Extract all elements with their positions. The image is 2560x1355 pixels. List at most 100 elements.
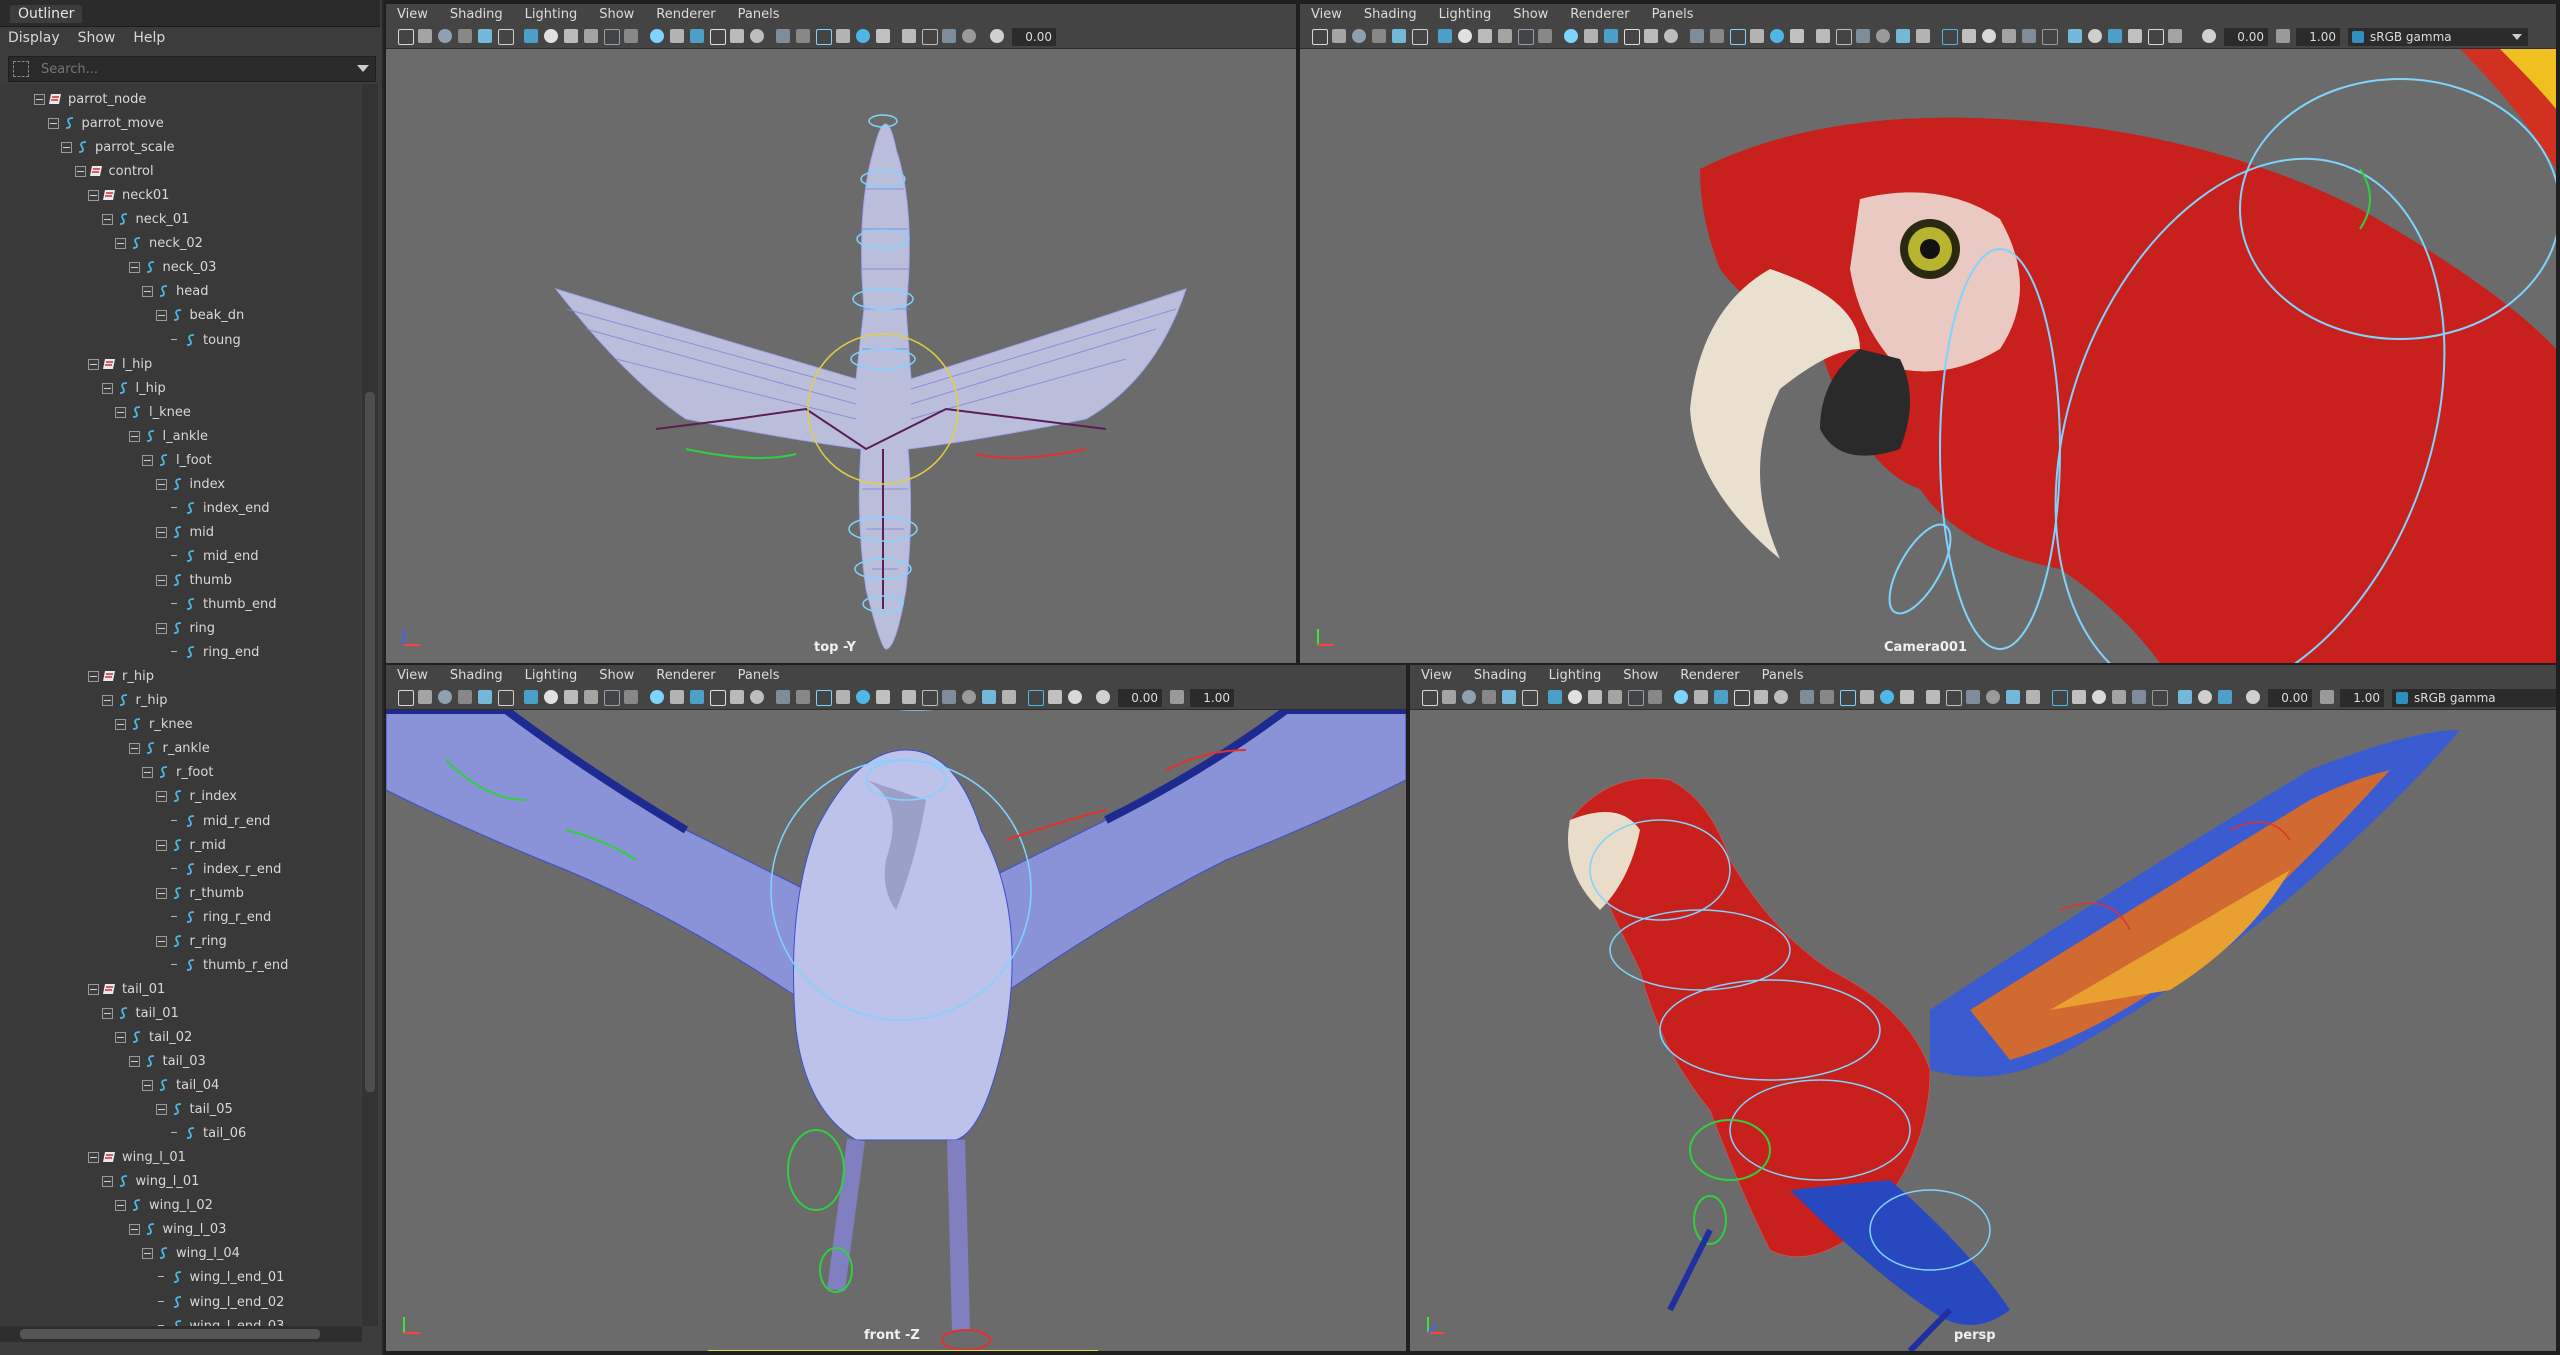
viewport-tool-icon[interactable] — [478, 690, 492, 704]
color-management-icon[interactable] — [2396, 692, 2408, 704]
viewport-tool-icon[interactable] — [776, 29, 790, 43]
menu-shading[interactable]: Shading — [1463, 665, 1538, 687]
viewport-tool-icon[interactable] — [650, 690, 664, 704]
outliner-item[interactable]: l_knee — [0, 401, 360, 425]
collapse-toggle-icon[interactable] — [101, 382, 113, 394]
viewport-tool-icon[interactable] — [544, 690, 558, 704]
collapse-toggle-icon[interactable] — [155, 526, 167, 538]
viewport-tool-icon[interactable] — [1790, 29, 1804, 43]
gamma-icon[interactable] — [2320, 690, 2334, 704]
viewport-tool-icon[interactable] — [498, 690, 514, 706]
menu-show[interactable]: Show — [70, 26, 126, 52]
outliner-item[interactable]: wing_l_end_01 — [0, 1266, 360, 1290]
viewport-tool-icon[interactable] — [604, 690, 620, 706]
viewport-tool-icon[interactable] — [1750, 29, 1764, 43]
viewport-tool-icon[interactable] — [1860, 690, 1874, 704]
outliner-item[interactable]: beak_dn — [0, 304, 360, 328]
viewport-tool-icon[interactable] — [1926, 690, 1940, 704]
collapse-toggle-icon[interactable] — [128, 262, 140, 274]
exposure-field[interactable]: 0.00 — [2224, 28, 2268, 46]
collapse-toggle-icon[interactable] — [115, 1031, 126, 1043]
outliner-item[interactable]: l_foot — [0, 449, 360, 473]
menu-show[interactable]: Show — [588, 665, 645, 687]
viewport-tool-icon[interactable] — [1770, 29, 1784, 43]
viewport-tool-icon[interactable] — [1608, 690, 1622, 704]
viewport-tool-icon[interactable] — [730, 690, 744, 704]
collapse-toggle-icon[interactable] — [115, 1200, 126, 1212]
exposure-icon[interactable] — [990, 29, 1004, 43]
viewport-tool-icon[interactable] — [776, 690, 790, 704]
viewport-tool-icon[interactable] — [1312, 29, 1328, 45]
outliner-item[interactable]: toung — [0, 329, 360, 353]
outliner-item[interactable]: control — [0, 160, 360, 184]
viewport-tool-icon[interactable] — [604, 29, 620, 45]
viewport-tool-icon[interactable] — [2198, 690, 2212, 704]
viewport-tool-icon[interactable] — [2088, 29, 2102, 43]
viewport-tool-icon[interactable] — [1916, 29, 1930, 43]
exposure-field[interactable]: 0.00 — [1012, 28, 1056, 46]
outliner-item[interactable]: ring — [0, 617, 360, 641]
menu-show[interactable]: Show — [1612, 665, 1669, 687]
outliner-item[interactable]: index_r_end — [0, 858, 360, 882]
viewport-tool-icon[interactable] — [564, 690, 578, 704]
viewport-front[interactable]: View Shading Lighting Show Renderer Panels 0.… — [386, 665, 1406, 1351]
outliner-item[interactable]: r_index — [0, 785, 360, 809]
menu-renderer[interactable]: Renderer — [645, 665, 726, 687]
search-dropdown-icon[interactable] — [357, 65, 369, 72]
collapse-toggle-icon[interactable] — [115, 719, 126, 731]
scrollbar-thumb[interactable] — [20, 1329, 320, 1339]
outliner-tree[interactable]: parrot_node parrot_move parrot_scale contro… — [0, 84, 360, 1326]
viewport-tool-icon[interactable] — [816, 690, 832, 706]
collapse-toggle-icon[interactable] — [155, 310, 167, 322]
outliner-item[interactable]: ring_r_end — [0, 906, 360, 930]
menu-renderer[interactable]: Renderer — [1559, 4, 1640, 26]
viewport-tool-icon[interactable] — [1372, 29, 1386, 43]
viewport-tool-icon[interactable] — [498, 29, 514, 45]
viewport-tool-icon[interactable] — [1422, 690, 1438, 706]
viewport-tool-icon[interactable] — [2092, 690, 2106, 704]
viewport-tool-icon[interactable] — [1730, 29, 1746, 45]
viewport-tool-icon[interactable] — [1588, 690, 1602, 704]
collapse-toggle-icon[interactable] — [101, 1007, 113, 1019]
viewport-tool-icon[interactable] — [1966, 690, 1980, 704]
viewport-camera001[interactable]: View Shading Lighting Show Renderer Panels 0.… — [1300, 4, 2556, 663]
viewport-tool-icon[interactable] — [1880, 690, 1894, 704]
outliner-item[interactable]: tail_04 — [0, 1074, 360, 1098]
menu-lighting[interactable]: Lighting — [514, 665, 589, 687]
viewport-tool-icon[interactable] — [1942, 29, 1958, 45]
viewport-tool-icon[interactable] — [564, 29, 578, 43]
collapse-toggle-icon[interactable] — [155, 839, 167, 851]
viewport-tool-icon[interactable] — [1518, 29, 1534, 45]
outliner-item[interactable]: mid — [0, 521, 360, 545]
menu-renderer[interactable]: Renderer — [645, 4, 726, 26]
outliner-item[interactable]: r_ring — [0, 930, 360, 954]
collapse-toggle-icon[interactable] — [88, 671, 99, 683]
outliner-item[interactable]: tail_05 — [0, 1098, 360, 1122]
viewport-tool-icon[interactable] — [1710, 29, 1724, 43]
outliner-item[interactable]: tail_01 — [0, 978, 360, 1002]
viewport-tool-icon[interactable] — [2042, 29, 2058, 45]
viewport-tool-icon[interactable] — [2128, 29, 2142, 43]
collapse-toggle-icon[interactable] — [155, 1104, 167, 1116]
viewport-tool-icon[interactable] — [730, 29, 744, 43]
outliner-item[interactable]: tail_02 — [0, 1026, 360, 1050]
outliner-item[interactable]: r_mid — [0, 834, 360, 858]
collapse-toggle-icon[interactable] — [155, 623, 167, 635]
viewport-tool-icon[interactable] — [876, 690, 890, 704]
viewport-tool-icon[interactable] — [1538, 29, 1552, 43]
outliner-item[interactable]: thumb_r_end — [0, 954, 360, 978]
viewport-tool-icon[interactable] — [902, 29, 916, 43]
viewport-tool-icon[interactable] — [1982, 29, 1996, 43]
viewport-tool-icon[interactable] — [2006, 690, 2020, 704]
viewport-tool-icon[interactable] — [458, 29, 472, 43]
viewport-tool-icon[interactable] — [1816, 29, 1830, 43]
viewport-tool-icon[interactable] — [962, 690, 976, 704]
outliner-item[interactable]: mid_r_end — [0, 810, 360, 834]
outliner-vertical-scrollbar[interactable] — [362, 84, 378, 1326]
viewport-tool-icon[interactable] — [524, 29, 538, 43]
viewport-tool-icon[interactable] — [2168, 29, 2182, 43]
viewport-tool-icon[interactable] — [1664, 29, 1678, 43]
collapse-toggle-icon[interactable] — [155, 791, 167, 803]
outliner-item[interactable]: head — [0, 280, 360, 304]
collapse-toggle-icon[interactable] — [115, 238, 126, 250]
